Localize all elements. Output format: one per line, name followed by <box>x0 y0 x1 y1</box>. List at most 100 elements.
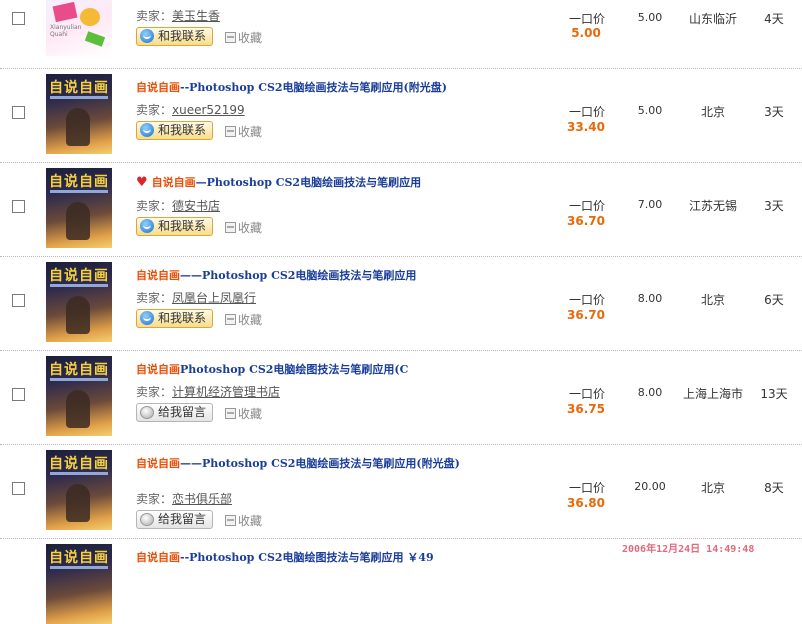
shipping-fee: 20.00 <box>634 480 666 493</box>
bookmark-icon <box>225 126 236 137</box>
listing-title-link[interactable]: 自说自画Photoshop CS2电脑绘图技法与笔刷应用(C <box>136 362 496 378</box>
product-thumbnail[interactable]: Xianyulian Quahi <box>46 0 112 56</box>
title-highlight: 自说自画 <box>151 176 196 189</box>
listing-row-1: Xianyulian Quahi 卖家：美玉生香 和我联系 收藏 一口价 5.0… <box>0 0 802 69</box>
listing-title-link[interactable]: ♥ 自说自画—Photoshop CS2电脑绘画技法与笔刷应用 <box>136 175 496 191</box>
thumb-caption: Xianyulian Quahi <box>50 24 82 38</box>
title-highlight: 自说自画 <box>136 363 180 376</box>
title-text: —Photoshop CS2电脑绘画技法与笔刷应用 <box>195 176 422 189</box>
contact-button[interactable]: 和我联系 <box>136 27 214 46</box>
shipping-fee: 8.00 <box>637 292 663 305</box>
days-left: 13天 <box>760 387 788 401</box>
product-thumbnail[interactable]: 自说自画 <box>46 544 112 624</box>
listing-row-5: 自说自画 自说自画Photoshop CS2电脑绘图技法与笔刷应用(C 卖家：计… <box>0 350 802 445</box>
select-checkbox[interactable] <box>12 482 25 495</box>
listing-title-link[interactable]: 自说自画——Photoshop CS2电脑绘画技法与笔刷应用 <box>136 268 496 284</box>
days-left: 4天 <box>764 12 784 26</box>
seller-link[interactable]: 美玉生香 <box>172 9 220 23</box>
select-checkbox[interactable] <box>12 294 25 307</box>
seller-info: 卖家：计算机经济管理书店 <box>136 383 280 400</box>
contact-button[interactable]: 和我联系 <box>136 217 214 236</box>
thumb-graphic <box>50 472 108 475</box>
thumb-graphic <box>66 202 90 240</box>
shipping-fee: 8.00 <box>637 386 663 399</box>
bookmark-icon <box>225 314 236 325</box>
listing-title-link[interactable]: 自说自画--Photoshop CS2电脑绘画技法与笔刷应用(附光盘) <box>136 80 496 96</box>
thumb-graphic <box>50 190 108 193</box>
listing-title-link[interactable]: 自说自画——Photoshop CS2电脑绘画技法与笔刷应用(附光盘) <box>136 456 496 472</box>
favorite-button[interactable]: 收藏 <box>225 123 262 140</box>
days-left: 6天 <box>764 293 784 307</box>
select-checkbox[interactable] <box>12 388 25 401</box>
product-thumbnail[interactable]: 自说自画 <box>46 168 112 248</box>
favorite-button[interactable]: 收藏 <box>225 29 262 46</box>
price-type: 一口价 <box>568 199 605 213</box>
product-thumbnail[interactable]: 自说自画 <box>46 262 112 342</box>
contact-button[interactable]: 和我联系 <box>136 121 214 140</box>
favorite-button[interactable]: 收藏 <box>225 219 262 236</box>
heart-icon: ♥ <box>136 175 148 190</box>
favorite-label: 收藏 <box>238 221 263 235</box>
chat-icon <box>140 29 154 43</box>
title-highlight: 自说自画 <box>136 551 180 564</box>
seller-label: 卖家： <box>136 385 173 399</box>
thumb-graphic <box>50 566 108 569</box>
listing-row-2: 自说自画 自说自画--Photoshop CS2电脑绘画技法与笔刷应用(附光盘)… <box>0 68 802 163</box>
shipping-fee: 5.00 <box>637 104 663 117</box>
seller-link[interactable]: xueer52199 <box>172 103 245 117</box>
contact-label: 和我联系 <box>158 219 207 233</box>
favorite-button[interactable]: 收藏 <box>225 512 262 529</box>
seller-info: 卖家：xueer52199 <box>136 101 245 118</box>
location: 山东临沂 <box>688 12 737 26</box>
shipping-fee: 5.00 <box>637 11 663 24</box>
seller-link[interactable]: 恋书俱乐部 <box>172 492 232 506</box>
title-highlight: 自说自画 <box>136 269 180 282</box>
favorite-button[interactable]: 收藏 <box>225 311 262 328</box>
leave-message-button[interactable]: 给我留言 <box>136 403 214 422</box>
thumb-graphic <box>66 390 90 428</box>
price: 5.00 <box>571 26 601 40</box>
title-text: ——Photoshop CS2电脑绘画技法与笔刷应用 <box>180 269 417 282</box>
product-thumbnail[interactable]: 自说自画 <box>46 356 112 436</box>
price-type: 一口价 <box>568 481 605 495</box>
location: 北京 <box>700 481 725 495</box>
leave-message-button[interactable]: 给我留言 <box>136 510 214 529</box>
contact-label: 和我联系 <box>158 123 207 137</box>
thumb-title: 自说自画 <box>49 80 109 96</box>
thumb-graphic <box>66 484 90 522</box>
leave-message-label: 给我留言 <box>158 512 207 526</box>
shipping-fee: 7.00 <box>637 198 663 211</box>
listing-row-4: 自说自画 自说自画——Photoshop CS2电脑绘画技法与笔刷应用 卖家：凤… <box>0 256 802 351</box>
title-text: Photoshop CS2电脑绘图技法与笔刷应用(C <box>180 363 409 376</box>
favorite-button[interactable]: 收藏 <box>225 405 262 422</box>
product-thumbnail[interactable]: 自说自画 <box>46 450 112 530</box>
title-text: --Photoshop CS2电脑绘图技法与笔刷应用 ￥49 <box>180 551 434 564</box>
price: 36.70 <box>567 214 605 228</box>
product-thumbnail[interactable]: 自说自画 <box>46 74 112 154</box>
seller-link[interactable]: 凤凰台上凤凰行 <box>172 291 256 305</box>
thumb-title: 自说自画 <box>49 362 109 378</box>
title-text: ——Photoshop CS2电脑绘画技法与笔刷应用(附光盘) <box>180 457 460 470</box>
title-text: --Photoshop CS2电脑绘画技法与笔刷应用(附光盘) <box>180 81 447 94</box>
location: 北京 <box>700 293 725 307</box>
chat-icon <box>140 311 154 325</box>
seller-info: 卖家：美玉生香 <box>136 7 220 24</box>
select-checkbox[interactable] <box>12 200 25 213</box>
listing-title-link[interactable]: 自说自画--Photoshop CS2电脑绘图技法与笔刷应用 ￥49 <box>136 550 496 566</box>
price-type: 一口价 <box>568 293 605 307</box>
listing-row-6: 自说自画 自说自画——Photoshop CS2电脑绘画技法与笔刷应用(附光盘)… <box>0 444 802 539</box>
price: 36.70 <box>567 308 605 322</box>
seller-link[interactable]: 计算机经济管理书店 <box>172 385 280 399</box>
thumb-graphic <box>66 296 90 334</box>
bookmark-icon <box>225 515 236 526</box>
title-highlight: 自说自画 <box>136 81 180 94</box>
thumb-graphic <box>50 378 108 381</box>
select-checkbox[interactable] <box>12 12 25 25</box>
thumb-title: 自说自画 <box>49 268 109 284</box>
seller-link[interactable]: 德安书店 <box>172 199 220 213</box>
days-left: 3天 <box>764 199 784 213</box>
thumb-title: 自说自画 <box>49 550 109 566</box>
contact-button[interactable]: 和我联系 <box>136 309 214 328</box>
select-checkbox[interactable] <box>12 106 25 119</box>
timestamp-watermark: 2006年12月24日 14:49:48 <box>622 544 755 555</box>
